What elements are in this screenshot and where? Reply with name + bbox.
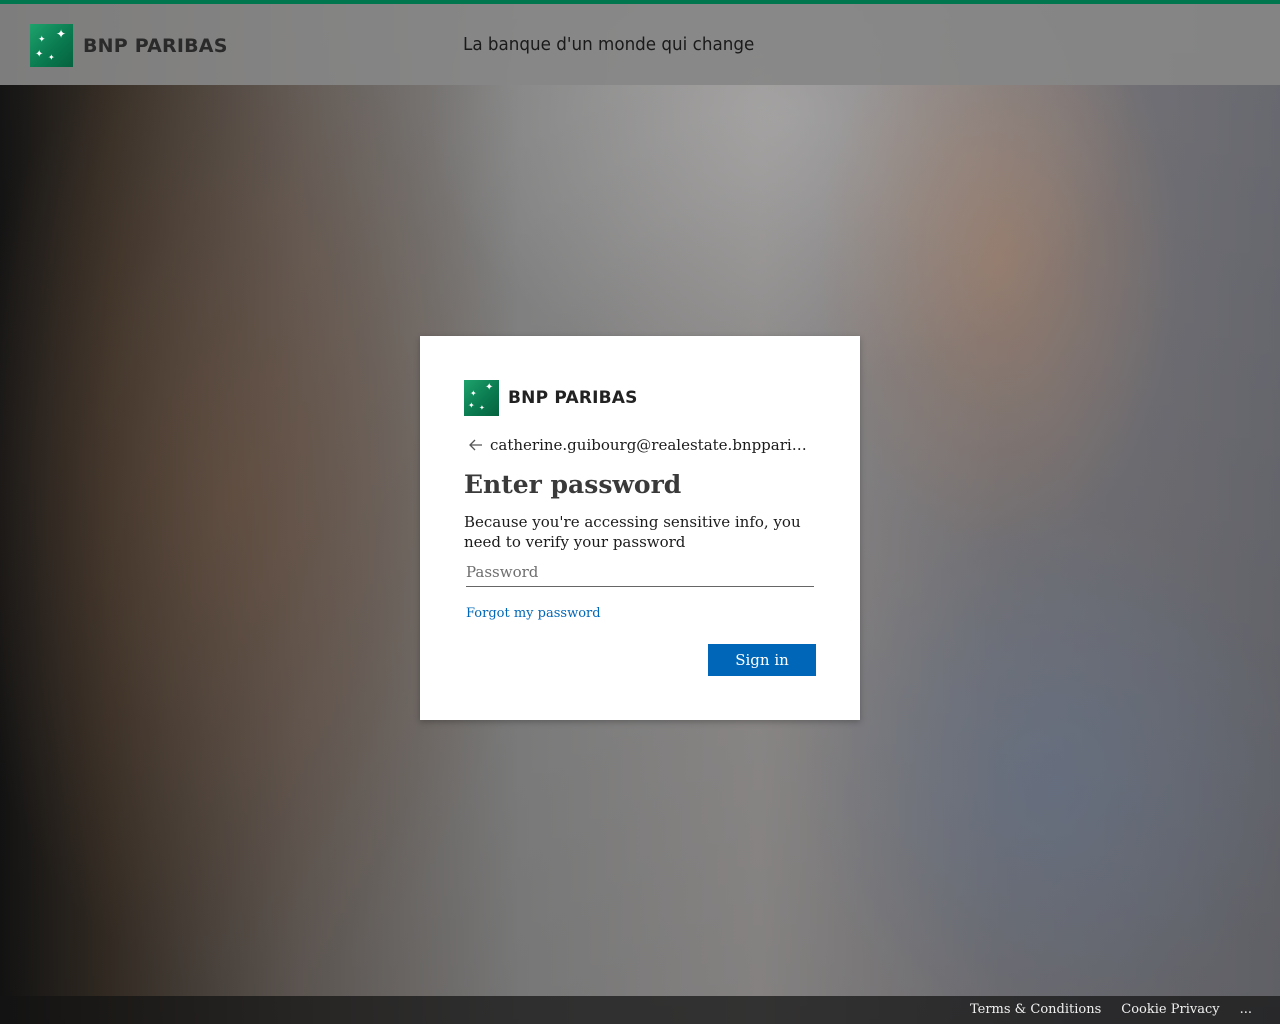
dialog-logo: ✦ ✦ ✦ ✦ BNP PARIBAS bbox=[464, 380, 638, 416]
sign-in-button[interactable]: Sign in bbox=[708, 644, 816, 676]
password-input[interactable] bbox=[466, 557, 814, 587]
page-title: Enter password bbox=[464, 470, 682, 499]
footer-links: Terms & Conditions Cookie Privacy ... bbox=[970, 1002, 1252, 1017]
cookie-privacy-link[interactable]: Cookie Privacy bbox=[1121, 1002, 1219, 1017]
bnp-stars-logo-icon: ✦ ✦ ✦ ✦ bbox=[464, 380, 499, 416]
more-options-button[interactable]: ... bbox=[1240, 1002, 1252, 1017]
dialog-brand-name: BNP PARIBAS bbox=[508, 388, 638, 408]
sign-in-dialog: ✦ ✦ ✦ ✦ BNP PARIBAS catherine.guibourg@r… bbox=[420, 336, 860, 720]
header-bar: ✦ ✦ ✦ ✦ BNP PARIBAS La banque d'un monde… bbox=[0, 4, 1280, 85]
forgot-password-link[interactable]: Forgot my password bbox=[466, 606, 601, 621]
description-text: Because you're accessing sensitive info,… bbox=[464, 513, 801, 551]
back-arrow-icon[interactable] bbox=[464, 434, 488, 456]
header-tagline: La banque d'un monde qui change bbox=[463, 34, 755, 55]
terms-link[interactable]: Terms & Conditions bbox=[970, 1002, 1101, 1017]
account-email: catherine.guibourg@realestate.bnpparibas bbox=[490, 436, 812, 454]
header-logo: ✦ ✦ ✦ ✦ BNP PARIBAS bbox=[30, 24, 228, 67]
account-identity: catherine.guibourg@realestate.bnpparibas bbox=[464, 434, 816, 456]
bnp-stars-logo-icon: ✦ ✦ ✦ ✦ bbox=[30, 24, 73, 67]
header-brand-name: BNP PARIBAS bbox=[83, 34, 228, 57]
footer-bar: Terms & Conditions Cookie Privacy ... bbox=[0, 996, 1280, 1024]
